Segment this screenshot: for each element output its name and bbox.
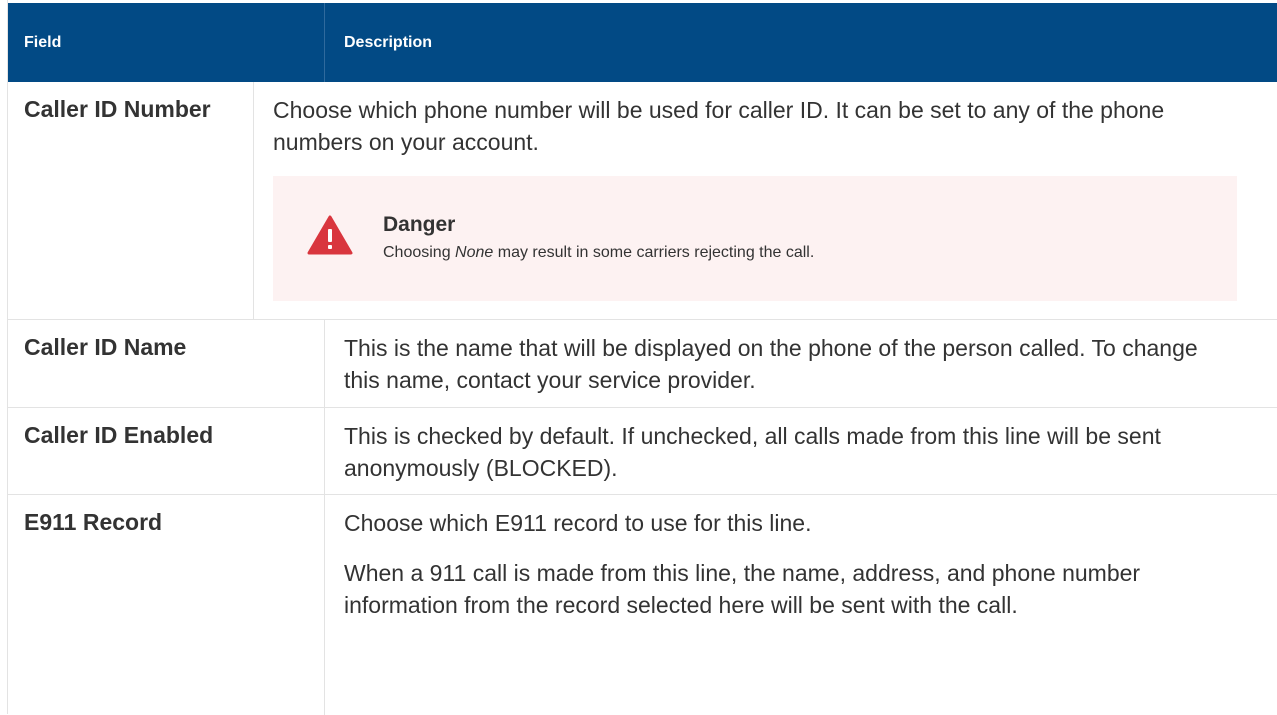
alert-text-before: Choosing (383, 244, 456, 261)
table-row: Caller ID Enabled This is checked by def… (8, 408, 1277, 495)
field-description: Choose which E911 record to use for this… (325, 495, 1277, 715)
table-header: Field Description (8, 3, 1277, 82)
table-row: Caller ID Name This is the name that wil… (8, 320, 1277, 408)
column-header-description: Description (344, 34, 433, 51)
danger-alert: Danger Choosing None may result in some … (273, 176, 1237, 301)
field-name: Caller ID Name (8, 320, 325, 407)
alert-title: Danger (383, 213, 456, 236)
column-header-field: Field (8, 3, 325, 82)
settings-field-table: Field Description Caller ID Number Choos… (7, 0, 1277, 715)
description-text: This is checked by default. If unchecked… (344, 423, 1161, 481)
table-row: E911 Record Choose which E911 record to … (8, 495, 1277, 715)
field-name: Caller ID Enabled (8, 408, 325, 494)
table-row: Caller ID Number Choose which phone numb… (8, 82, 1277, 320)
alert-text-after: may result in some carriers rejecting th… (493, 244, 815, 261)
description-text: This is the name that will be displayed … (344, 335, 1198, 393)
description-text: Choose which E911 record to use for this… (344, 510, 812, 536)
field-description: This is checked by default. If unchecked… (325, 408, 1277, 494)
alert-text-emphasis: None (455, 244, 494, 261)
field-description: This is the name that will be displayed … (325, 320, 1277, 407)
alert-text: Choosing None may result in some carrier… (383, 242, 814, 264)
field-description: Choose which phone number will be used f… (254, 82, 1277, 319)
field-name: E911 Record (8, 495, 325, 715)
description-text: Choose which phone number will be used f… (273, 97, 1165, 155)
description-text: When a 911 call is made from this line, … (344, 560, 1141, 618)
warning-triangle-icon (307, 215, 353, 255)
field-name: Caller ID Number (8, 82, 254, 319)
